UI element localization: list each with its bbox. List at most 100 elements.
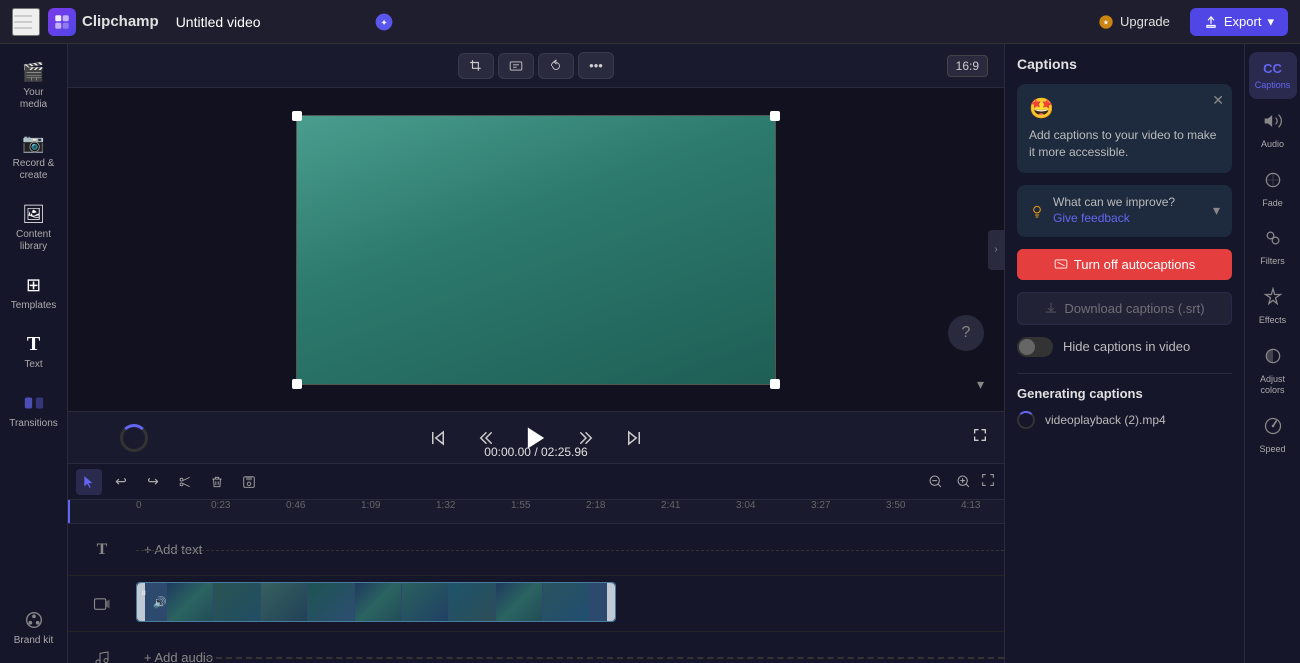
current-time: 00:00.00 [484, 445, 531, 459]
text-track-icon: T [97, 541, 108, 559]
redo-button[interactable]: ↪ [140, 469, 166, 495]
skip-forward-button[interactable] [618, 422, 650, 454]
info-card-close-button[interactable]: ✕ [1212, 92, 1224, 109]
undo-button[interactable]: ↩ [108, 469, 134, 495]
clip-frame-9 [543, 583, 589, 621]
sidebar-item-record-create[interactable]: 📷 Record &create [5, 123, 63, 190]
give-feedback-link[interactable]: Give feedback [1053, 211, 1130, 225]
rs-item-effects[interactable]: Effects [1249, 279, 1297, 334]
canvas-toolbar: ••• 16:9 [68, 44, 1004, 88]
effects-icon [1263, 287, 1283, 312]
sidebar-item-label: Text [24, 359, 42, 371]
more-options-icon: ••• [589, 58, 603, 73]
cursor-tool-button[interactable] [76, 469, 102, 495]
sidebar-item-your-media[interactable]: 🎬 Your media [5, 52, 63, 119]
sidebar-item-label: Templates [11, 300, 57, 312]
save-snapshot-button[interactable] [236, 469, 262, 495]
svg-text:★: ★ [1103, 18, 1109, 26]
audio-track-content[interactable]: + Add audio [136, 632, 1004, 663]
corner-handle-br[interactable] [770, 379, 780, 389]
more-options-button[interactable]: ••• [578, 52, 614, 79]
sidebar-item-label: Your media [9, 87, 59, 111]
video-clip[interactable]: ⏸ 🔊 [136, 582, 616, 622]
rs-item-captions[interactable]: CC Captions [1249, 52, 1297, 99]
captions-panel-title: Captions [1017, 56, 1077, 72]
clip-frame-5 [355, 583, 401, 621]
ruler-tick-0: 0 [136, 500, 142, 511]
caption-button[interactable] [498, 53, 534, 79]
text-track-label: T [68, 541, 136, 559]
rs-fade-label: Fade [1262, 198, 1283, 209]
video-canvas [296, 115, 776, 385]
export-chevron-icon: ▾ [1267, 14, 1274, 30]
download-icon [1044, 301, 1058, 315]
rs-item-filters[interactable]: Filters [1249, 220, 1297, 275]
download-captions-button[interactable]: Download captions (.srt) [1017, 292, 1232, 325]
time-display: 00:00.00 / 02:25.96 [484, 445, 587, 459]
sidebar-item-brand-kit[interactable]: Brand kit [5, 600, 63, 655]
skip-back-button[interactable] [422, 422, 454, 454]
timeline-ruler: 0 0:23 0:46 1:09 1:32 1:55 2:18 2:41 3:0… [68, 500, 1004, 524]
crop-button[interactable] [458, 53, 494, 79]
clip-right-handle[interactable] [607, 583, 615, 621]
timeline-header: ↩ ↪ [68, 464, 1004, 500]
rs-item-audio[interactable]: Audio [1249, 103, 1297, 158]
upgrade-button[interactable]: ★ Upgrade [1086, 8, 1182, 36]
hide-captions-toggle-row: Hide captions in video [1017, 337, 1232, 357]
rotate-button[interactable] [538, 53, 574, 79]
ruler-inner: 0 0:23 0:46 1:09 1:32 1:55 2:18 2:41 3:0… [136, 500, 1004, 523]
video-track-content[interactable]: ⏸ 🔊 [136, 576, 1004, 631]
turn-off-autocaptions-button[interactable]: Turn off autocaptions [1017, 249, 1232, 280]
playhead[interactable] [68, 500, 70, 523]
sidebar-item-text[interactable]: T Text [5, 324, 63, 379]
rs-item-fade[interactable]: Fade [1249, 162, 1297, 217]
clip-frames [167, 583, 589, 621]
feedback-chevron-icon[interactable]: ▾ [1213, 202, 1220, 219]
cut-button[interactable] [172, 469, 198, 495]
sidebar-item-transitions[interactable]: Transitions [5, 383, 63, 438]
rs-item-speed[interactable]: Speed [1249, 408, 1297, 463]
corner-handle-tr[interactable] [770, 111, 780, 121]
feedback-text-group: What can we improve? Give feedback [1053, 195, 1175, 227]
lightbulb-icon [1029, 203, 1045, 219]
captions-icon: CC [1260, 60, 1285, 77]
clip-left-handle[interactable] [137, 583, 145, 621]
sidebar-item-content-library[interactable]: 🖼 Contentlibrary [5, 194, 63, 261]
main-content: 🎬 Your media 📷 Record &create 🖼 Contentl… [0, 44, 1300, 663]
export-button[interactable]: Export ▾ [1190, 8, 1288, 36]
chevron-right-icon: › [994, 244, 997, 255]
captions-panel-content: Captions ✕ 🤩 Add captions to your video … [1005, 44, 1244, 663]
turn-off-icon [1054, 257, 1068, 271]
sidebar-item-templates[interactable]: ⊞ Templates [5, 265, 63, 320]
ruler-tick-11: 4:13 [961, 500, 980, 511]
hide-captions-toggle[interactable] [1017, 337, 1053, 357]
corner-handle-tl[interactable] [292, 111, 302, 121]
audio-track-icon [94, 650, 110, 663]
zoom-out-button[interactable] [924, 470, 948, 494]
menu-button[interactable] [12, 8, 40, 36]
help-button[interactable]: ? [948, 315, 984, 351]
rs-filters-label: Filters [1260, 256, 1285, 267]
collapse-panel-button[interactable]: › [988, 230, 1004, 270]
info-card-emoji: 🤩 [1029, 96, 1220, 121]
audio-track-label [68, 650, 136, 663]
right-sidebar: CC Captions Audio Fade Filters Effects [1244, 44, 1300, 663]
video-title-input[interactable] [167, 9, 366, 35]
ruler-tick-8: 3:04 [736, 500, 755, 511]
app-logo: Clipchamp [48, 8, 159, 36]
add-audio-label: + Add audio [144, 650, 213, 663]
timeline-expand-button[interactable] [980, 472, 996, 491]
text-track-content[interactable]: + Add text [136, 524, 1004, 575]
delete-button[interactable] [204, 469, 230, 495]
video-track-row: ⏸ 🔊 [68, 576, 1004, 632]
ruler-tick-6: 2:18 [586, 500, 605, 511]
rs-item-adjust-colors[interactable]: Adjustcolors [1249, 338, 1297, 404]
info-card-text: Add captions to your video to make it mo… [1029, 127, 1220, 161]
zoom-in-button[interactable] [952, 470, 976, 494]
fullscreen-button[interactable] [972, 427, 988, 448]
ai-badge-icon: ✦ [374, 12, 394, 32]
rs-adjust-colors-label: Adjustcolors [1260, 374, 1285, 396]
corner-handle-bl[interactable] [292, 379, 302, 389]
feedback-question: What can we improve? [1053, 195, 1175, 209]
expand-arrow-icon[interactable]: ▾ [977, 376, 984, 393]
